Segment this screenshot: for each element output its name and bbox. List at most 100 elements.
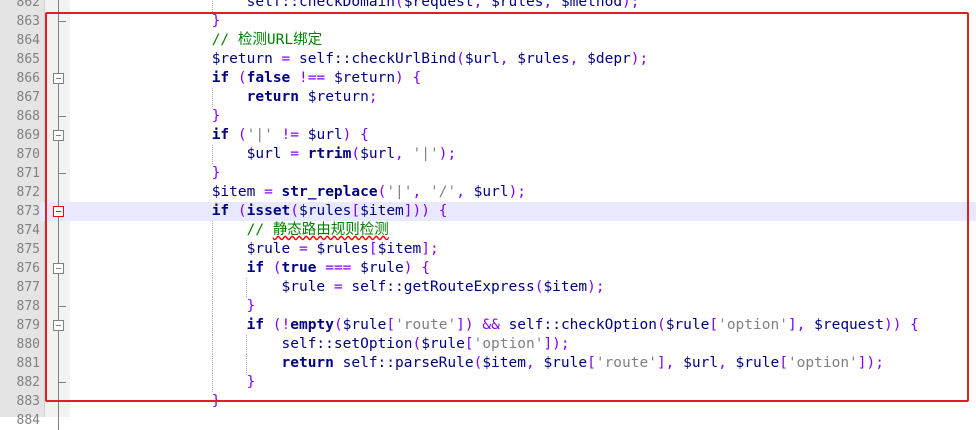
code-line[interactable]: 867 return $return; <box>0 88 976 107</box>
code-line[interactable]: 865 $return = self::checkUrlBind($url, $… <box>0 50 976 69</box>
code-token: ( <box>412 336 422 352</box>
code-text[interactable]: if (isset($rules[$item])) { <box>72 202 448 221</box>
code-text[interactable]: // 检测URL绑定 <box>72 31 322 50</box>
code-text[interactable]: return self::parseRule($item, $rule['rou… <box>72 354 884 373</box>
code-token: ; <box>368 89 378 105</box>
code-text[interactable]: $rule = self::getRouteExpress($item); <box>72 278 605 297</box>
code-text[interactable]: if (true === $rule) { <box>72 259 430 278</box>
code-token: $rule <box>665 317 710 333</box>
code-token: ( <box>264 260 282 276</box>
indent-guide <box>211 354 213 373</box>
code-editor[interactable]: 862 self::checkDomain($request, $rules, … <box>0 0 976 430</box>
code-line[interactable]: 881 return self::parseRule($item, $rule[… <box>0 354 976 373</box>
code-token: checkDomain <box>299 0 396 10</box>
code-token: if <box>211 203 230 219</box>
code-token: ( <box>395 0 404 10</box>
code-text[interactable]: // 静态路由规则检测 <box>72 221 389 240</box>
code-text[interactable]: $item = str_replace('|', '/', $url); <box>72 183 526 202</box>
code-line[interactable]: 869 if ('|' != $url) { <box>0 126 976 145</box>
code-token: ) { <box>403 260 430 276</box>
indent-guide <box>211 316 213 335</box>
code-token: ], <box>787 317 815 333</box>
code-token: = <box>281 146 308 162</box>
code-line[interactable]: 884 <box>0 411 976 430</box>
code-token: $return <box>211 51 273 67</box>
code-token: ( <box>377 184 387 200</box>
collapse-icon[interactable] <box>53 130 64 141</box>
code-line[interactable]: 877 $rule = self::getRouteExpress($item)… <box>0 278 976 297</box>
code-text[interactable]: } <box>72 164 221 183</box>
code-text[interactable]: } <box>72 297 256 316</box>
code-token: '|' <box>246 127 273 143</box>
code-line[interactable]: 866 if (false !== $return) { <box>0 69 976 88</box>
code-line[interactable]: 872 $item = str_replace('|', '/', $url); <box>0 183 976 202</box>
code-line[interactable]: 880 self::setOption($rule['option']); <box>0 335 976 354</box>
fold-toggle-icon[interactable] <box>46 202 71 221</box>
fold-line-marker <box>46 411 71 430</box>
fold-toggle-icon[interactable] <box>46 69 71 88</box>
code-line[interactable]: 878 } <box>0 297 976 316</box>
fold-toggle-icon[interactable] <box>46 259 71 278</box>
code-token: 'option' <box>787 355 858 371</box>
code-text[interactable]: if ('|' != $url) { <box>72 126 369 145</box>
line-number: 874 <box>16 223 40 238</box>
collapse-icon[interactable] <box>53 263 64 274</box>
code-token: $item <box>482 355 526 371</box>
collapse-icon[interactable] <box>53 206 64 217</box>
code-token: $rule <box>342 317 387 333</box>
code-token: 静态路由规则检测 <box>272 222 389 238</box>
code-line[interactable]: 873 if (isset($rules[$item])) { <box>0 202 976 221</box>
code-text[interactable]: if (false !== $return) { <box>72 69 422 88</box>
fold-end-marker <box>46 107 71 126</box>
code-line[interactable]: 874 // 静态路由规则检测 <box>0 221 976 240</box>
code-line[interactable]: 879 if (!empty($rule['route']) && self::… <box>0 316 976 335</box>
collapse-icon[interactable] <box>53 73 64 84</box>
fold-toggle-icon[interactable] <box>46 316 71 335</box>
code-line[interactable]: 871 } <box>0 164 976 183</box>
code-token: ]; <box>421 241 439 257</box>
code-text[interactable]: } <box>72 392 221 411</box>
code-token: '/' <box>429 184 457 200</box>
code-line[interactable]: 876 if (true === $rule) { <box>0 259 976 278</box>
code-token: if <box>246 317 265 333</box>
code-token: , <box>395 146 413 162</box>
code-token: $rule <box>421 336 465 352</box>
fold-line-marker <box>46 221 71 240</box>
code-text[interactable]: if (!empty($rule['route']) && self::chec… <box>72 316 919 335</box>
code-text[interactable]: } <box>72 107 221 126</box>
line-number: 862 <box>16 0 40 10</box>
code-token: , <box>499 51 518 67</box>
indent-guide <box>211 297 213 316</box>
code-token: [ <box>709 317 719 333</box>
code-text[interactable]: $return = self::checkUrlBind($url, $rule… <box>72 50 649 69</box>
code-token: if <box>211 127 230 143</box>
code-token: } <box>246 374 256 390</box>
code-text[interactable]: self::setOption($rule['option']); <box>72 335 570 354</box>
code-line[interactable]: 862 self::checkDomain($request, $rules, … <box>0 0 976 12</box>
code-text[interactable]: $url = rtrim($url, '|'); <box>72 145 457 164</box>
code-text[interactable]: $rule = $rules[$item]; <box>72 240 439 259</box>
code-line[interactable]: 868 } <box>0 107 976 126</box>
fold-line-marker <box>46 145 71 164</box>
code-token: 'option' <box>473 336 544 352</box>
code-line[interactable]: 863 } <box>0 12 976 31</box>
code-line[interactable]: 883 } <box>0 392 976 411</box>
indent-guide <box>211 0 213 12</box>
line-number: 870 <box>16 147 40 162</box>
code-line[interactable]: 864 // 检测URL绑定 <box>0 31 976 50</box>
code-token: $rules <box>299 203 352 219</box>
fold-toggle-icon[interactable] <box>46 126 71 145</box>
code-text[interactable]: } <box>72 12 221 31</box>
code-token: ( <box>351 146 361 162</box>
code-line[interactable]: 875 $rule = $rules[$item]; <box>0 240 976 259</box>
code-token: (! <box>264 317 291 333</box>
code-text[interactable]: } <box>72 373 256 392</box>
code-text[interactable]: self::checkDomain($request, $rules, $met… <box>72 0 640 12</box>
line-number: 868 <box>16 109 40 124</box>
code-line[interactable]: 870 $url = rtrim($url, '|'); <box>0 145 976 164</box>
indent-guide <box>246 278 248 297</box>
code-token: = <box>255 184 282 200</box>
code-line[interactable]: 882 } <box>0 373 976 392</box>
collapse-icon[interactable] <box>53 320 64 331</box>
code-text[interactable]: return $return; <box>72 88 378 107</box>
